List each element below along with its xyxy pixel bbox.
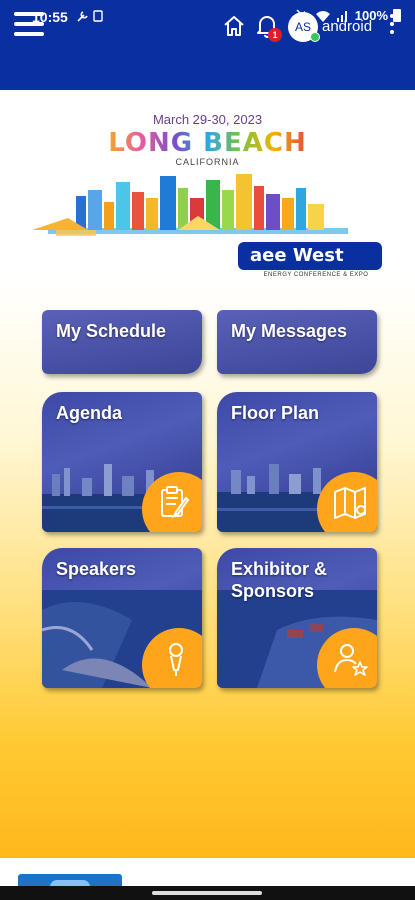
clipboard-edit-icon [161, 486, 190, 519]
gesture-handle[interactable] [152, 891, 262, 895]
exhibitor-sponsors-tile[interactable]: Exhibitor & Sponsors [217, 548, 377, 688]
tile-label: Agenda [56, 403, 123, 423]
my-schedule-tile[interactable]: My Schedule [42, 310, 202, 374]
brand-logo: aee West [238, 242, 382, 270]
city-skyline-illustration [32, 174, 348, 236]
tile-label: My Messages [231, 321, 348, 341]
event-date: March 29-30, 2023 [152, 112, 263, 127]
my-messages-tile[interactable]: My Messages [217, 310, 377, 374]
hamburger-menu-icon[interactable] [14, 12, 44, 40]
speakers-tile[interactable]: Speakers [42, 548, 202, 688]
tile-label: Exhibitor & Sponsors [231, 559, 328, 601]
person-star-icon [334, 644, 368, 676]
home-icon[interactable] [222, 14, 246, 38]
tile-label: My Schedule [56, 321, 167, 341]
floor-plan-tile[interactable]: Floor Plan [217, 392, 377, 532]
notification-badge: 1 [268, 28, 282, 42]
tile-label: Speakers [56, 559, 137, 579]
tile-label: Floor Plan [231, 403, 320, 423]
wrench-icon [76, 9, 106, 26]
microphone-icon [169, 643, 183, 676]
app-bar [0, 36, 415, 90]
event-state: CALIFORNIA [175, 157, 240, 167]
username[interactable]: android [322, 18, 372, 35]
agenda-tile[interactable]: Agenda [42, 392, 202, 532]
online-status-dot [310, 32, 320, 42]
more-options-icon[interactable] [388, 14, 396, 40]
event-city: LONG BEACH [0, 128, 415, 158]
map-pin-icon [334, 487, 366, 519]
event-city-text: LONG BEACH [108, 128, 307, 158]
brand-tagline: ENERGY CONFERENCE & EXPO [263, 272, 369, 278]
